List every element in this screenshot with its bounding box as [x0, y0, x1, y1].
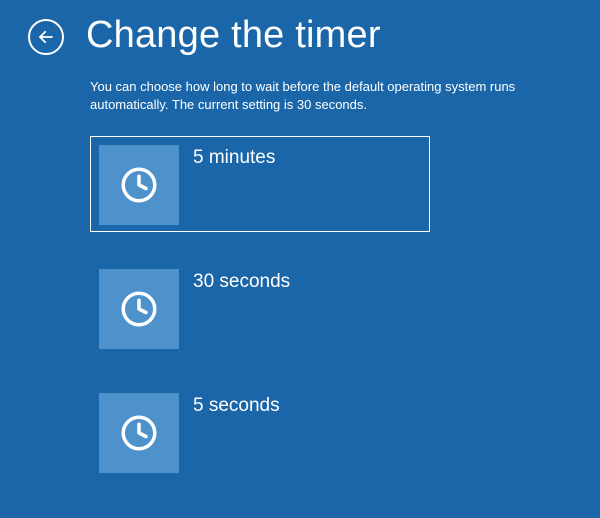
header: Change the timer	[0, 0, 600, 56]
option-label: 5 seconds	[193, 395, 280, 417]
page-title: Change the timer	[86, 16, 381, 54]
back-arrow-icon	[37, 28, 55, 46]
options-list: 5 minutes 30 seconds 5 seconds	[90, 136, 600, 480]
back-button[interactable]	[28, 19, 64, 55]
option-tile	[99, 269, 179, 349]
clock-icon	[118, 164, 160, 206]
option-5-minutes[interactable]: 5 minutes	[90, 136, 430, 232]
option-5-seconds[interactable]: 5 seconds	[90, 384, 430, 480]
option-30-seconds[interactable]: 30 seconds	[90, 260, 430, 356]
option-tile	[99, 145, 179, 225]
option-tile	[99, 393, 179, 473]
description-text: You can choose how long to wait before t…	[90, 78, 560, 114]
clock-icon	[118, 288, 160, 330]
clock-icon	[118, 412, 160, 454]
option-label: 30 seconds	[193, 271, 290, 293]
option-label: 5 minutes	[193, 147, 275, 169]
